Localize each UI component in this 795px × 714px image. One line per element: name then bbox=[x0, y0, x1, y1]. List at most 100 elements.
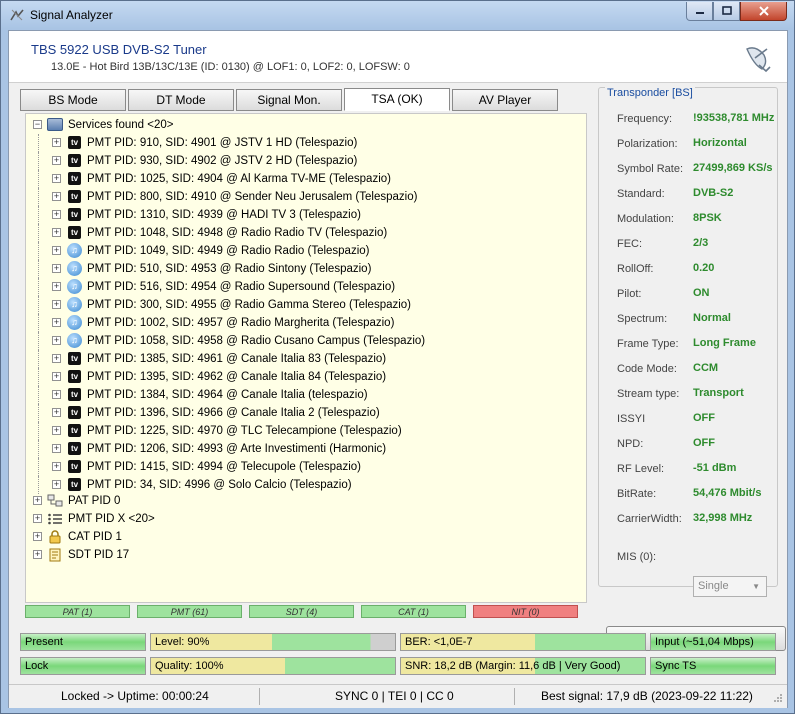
lock-status: Locked -> Uptime: 00:00:24 bbox=[61, 689, 209, 703]
expand-icon[interactable]: + bbox=[52, 174, 61, 183]
expand-icon[interactable]: + bbox=[33, 514, 42, 523]
minimize-button[interactable] bbox=[686, 2, 713, 21]
best-signal: Best signal: 17,9 dB (2023-09-22 11:22) bbox=[541, 689, 753, 703]
level-label: Level: 90% bbox=[155, 636, 210, 648]
expand-icon[interactable]: + bbox=[52, 480, 61, 489]
services-tree[interactable]: − Services found <20> + tv PMT PID: 910, S… bbox=[25, 113, 587, 603]
service-row[interactable]: + tv PMT PID: 1395, SID: 4962 @ Canale Ita… bbox=[26, 368, 566, 386]
service-row[interactable]: + tv PMT PID: 1415, SID: 4994 @ Telecupole… bbox=[26, 458, 566, 476]
tree-line bbox=[38, 296, 39, 314]
service-label: PMT PID: 1048, SID: 4948 @ Radio Radio T… bbox=[87, 227, 388, 239]
expand-icon[interactable]: + bbox=[52, 318, 61, 327]
tree-node-row[interactable]: + SDT PID 17 bbox=[26, 546, 326, 564]
service-row[interactable]: + tv PMT PID: 1048, SID: 4948 @ Radio Radi… bbox=[26, 224, 566, 242]
expand-icon[interactable]: + bbox=[52, 300, 61, 309]
close-button[interactable] bbox=[740, 2, 787, 21]
tree-node-label: SDT PID 17 bbox=[68, 549, 130, 561]
tab-dt-mode[interactable]: DT Mode bbox=[128, 89, 234, 111]
tree-root-label: Services found <20> bbox=[68, 119, 174, 131]
service-row[interactable]: + ♫ PMT PID: 1049, SID: 4949 @ Radio Radio… bbox=[26, 242, 566, 260]
service-row[interactable]: + ♫ PMT PID: 510, SID: 4953 @ Radio Sinton… bbox=[26, 260, 566, 278]
tv-icon: tv bbox=[68, 424, 81, 437]
tree-line bbox=[38, 458, 39, 476]
tree-root-row[interactable]: − Services found <20> bbox=[26, 116, 426, 134]
expand-icon[interactable]: + bbox=[52, 336, 61, 345]
service-label: PMT PID: 1415, SID: 4994 @ Telecupole (T… bbox=[87, 461, 361, 473]
tree-node-label: PMT PID X <20> bbox=[68, 513, 155, 525]
tab-signal-mon[interactable]: Signal Mon. bbox=[236, 89, 342, 111]
tree-line bbox=[38, 386, 39, 404]
tab-av-player[interactable]: AV Player bbox=[452, 89, 558, 111]
expand-icon[interactable]: + bbox=[52, 462, 61, 471]
table-status-chip: PAT (1) bbox=[25, 605, 130, 618]
service-row[interactable]: + tv PMT PID: 1310, SID: 4939 @ HADI TV 3 … bbox=[26, 206, 566, 224]
service-label: PMT PID: 930, SID: 4902 @ JSTV 2 HD (Tel… bbox=[87, 155, 358, 167]
expand-icon[interactable]: + bbox=[52, 282, 61, 291]
expand-icon[interactable]: + bbox=[52, 228, 61, 237]
service-row[interactable]: + ♫ PMT PID: 1002, SID: 4957 @ Radio Margh… bbox=[26, 314, 566, 332]
radio-icon: ♫ bbox=[67, 243, 82, 258]
tree-node-row[interactable]: + PAT PID 0 bbox=[26, 492, 326, 510]
service-label: PMT PID: 910, SID: 4901 @ JSTV 1 HD (Tel… bbox=[87, 137, 358, 149]
expand-icon[interactable]: + bbox=[33, 532, 42, 541]
expand-icon[interactable]: + bbox=[52, 372, 61, 381]
service-row[interactable]: + tv PMT PID: 1206, SID: 4993 @ Arte Inves… bbox=[26, 440, 566, 458]
resize-grip-icon[interactable] bbox=[773, 693, 783, 703]
mis-select[interactable]: Single ▼ bbox=[693, 576, 767, 597]
expand-icon[interactable]: + bbox=[33, 550, 42, 559]
title-bar[interactable]: Signal Analyzer bbox=[1, 1, 794, 29]
tree-node-row[interactable]: + PMT PID X <20> bbox=[26, 510, 326, 528]
tree-line bbox=[38, 314, 39, 332]
property-label: NPD: bbox=[617, 438, 644, 450]
radio-icon: ♫ bbox=[67, 261, 82, 276]
service-label: PMT PID: 800, SID: 4910 @ Sender Neu Jer… bbox=[87, 191, 418, 203]
service-row[interactable]: + tv PMT PID: 1384, SID: 4964 @ Canale Ita… bbox=[26, 386, 566, 404]
property-label: Stream type: bbox=[617, 388, 680, 400]
expand-icon[interactable]: + bbox=[52, 408, 61, 417]
statusbar-divider bbox=[514, 688, 515, 705]
expand-icon[interactable]: + bbox=[33, 496, 42, 505]
service-label: PMT PID: 1225, SID: 4970 @ TLC Telecampi… bbox=[87, 425, 402, 437]
tab-bs-mode[interactable]: BS Mode bbox=[20, 89, 126, 111]
service-label: PMT PID: 1384, SID: 4964 @ Canale Italia… bbox=[87, 389, 368, 401]
expand-icon[interactable]: + bbox=[52, 426, 61, 435]
expand-icon[interactable]: + bbox=[52, 192, 61, 201]
service-row[interactable]: + tv PMT PID: 1025, SID: 4904 @ Al Karma T… bbox=[26, 170, 566, 188]
service-row[interactable]: + ♫ PMT PID: 1058, SID: 4958 @ Radio Cusan… bbox=[26, 332, 566, 350]
service-row[interactable]: + ♫ PMT PID: 300, SID: 4955 @ Radio Gamma … bbox=[26, 296, 566, 314]
collapse-icon[interactable]: − bbox=[33, 120, 42, 129]
lock-indicator: Lock bbox=[20, 657, 146, 675]
tree-line bbox=[38, 404, 39, 422]
maximize-button[interactable] bbox=[713, 2, 740, 21]
expand-icon[interactable]: + bbox=[52, 210, 61, 219]
expand-icon[interactable]: + bbox=[52, 354, 61, 363]
service-label: PMT PID: 1058, SID: 4958 @ Radio Cusano … bbox=[87, 335, 426, 347]
expand-icon[interactable]: + bbox=[52, 156, 61, 165]
service-row[interactable]: + tv PMT PID: 1396, SID: 4966 @ Canale Ita… bbox=[26, 404, 566, 422]
ber-meter: BER: <1,0E-7 bbox=[400, 633, 646, 651]
service-label: PMT PID: 510, SID: 4953 @ Radio Sintony … bbox=[87, 263, 372, 275]
service-row[interactable]: + tv PMT PID: 800, SID: 4910 @ Sender Neu … bbox=[26, 188, 566, 206]
service-row[interactable]: + tv PMT PID: 1225, SID: 4970 @ TLC Teleca… bbox=[26, 422, 566, 440]
tv-icon: tv bbox=[68, 208, 81, 221]
window-title: Signal Analyzer bbox=[30, 8, 113, 22]
expand-icon[interactable]: + bbox=[52, 390, 61, 399]
tree-line bbox=[38, 422, 39, 440]
tab-tsa[interactable]: TSA (OK) bbox=[344, 88, 450, 111]
tree-line bbox=[38, 242, 39, 260]
expand-icon[interactable]: + bbox=[52, 264, 61, 273]
tv-icon: tv bbox=[68, 136, 81, 149]
tv-icon: tv bbox=[68, 406, 81, 419]
service-row[interactable]: + tv PMT PID: 910, SID: 4901 @ JSTV 1 HD (… bbox=[26, 134, 566, 152]
expand-icon[interactable]: + bbox=[52, 444, 61, 453]
radio-icon: ♫ bbox=[67, 297, 82, 312]
tree-node-row[interactable]: + CAT PID 1 bbox=[26, 528, 326, 546]
service-row[interactable]: + ♫ PMT PID: 516, SID: 4954 @ Radio Supers… bbox=[26, 278, 566, 296]
property-label: RollOff: bbox=[617, 263, 654, 275]
service-row[interactable]: + tv PMT PID: 1385, SID: 4961 @ Canale Ita… bbox=[26, 350, 566, 368]
expand-icon[interactable]: + bbox=[52, 246, 61, 255]
expand-icon[interactable]: + bbox=[52, 138, 61, 147]
tree-line bbox=[38, 332, 39, 350]
property-value: 54,476 Mbit/s bbox=[693, 487, 762, 499]
service-row[interactable]: + tv PMT PID: 930, SID: 4902 @ JSTV 2 HD (… bbox=[26, 152, 566, 170]
